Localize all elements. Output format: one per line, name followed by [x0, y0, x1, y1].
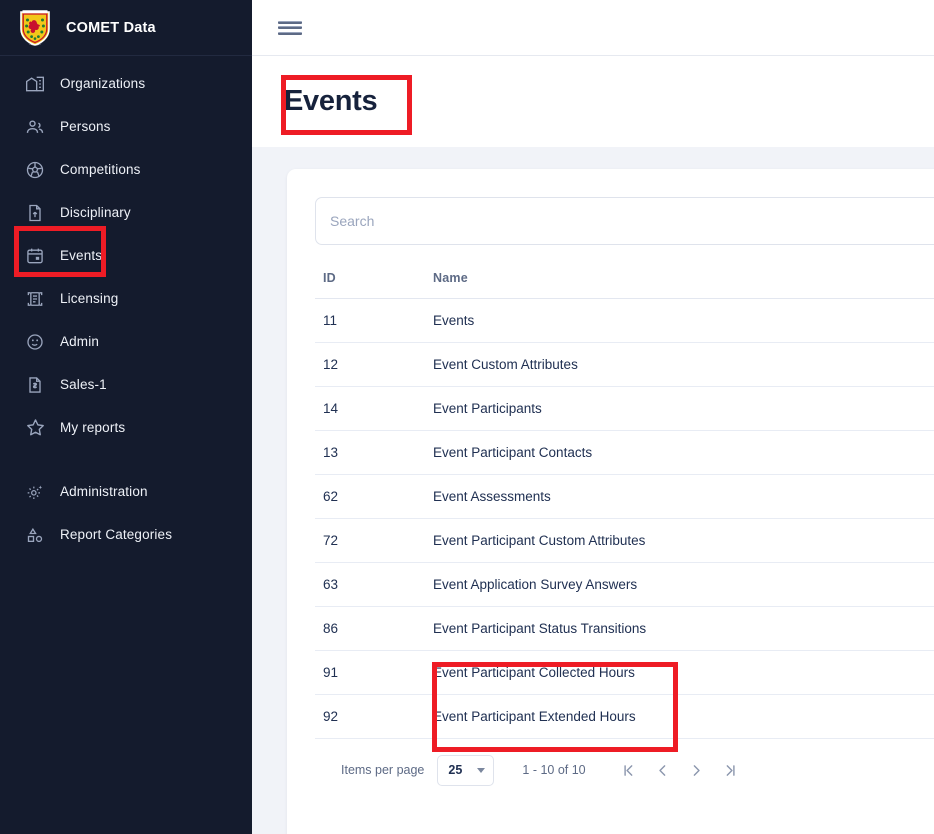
cell-name: Event Participant Contacts	[425, 431, 934, 475]
last-page-icon[interactable]	[714, 755, 748, 785]
cell-name: Event Participant Collected Hours	[425, 651, 934, 695]
cell-id: 62	[315, 475, 425, 519]
sidebar-item-label: Admin	[60, 334, 99, 349]
next-page-icon[interactable]	[680, 755, 714, 785]
app-root: COMET Data Organizations	[0, 0, 934, 834]
table-body: 11 Events 12 Event Custom Attributes 14 …	[315, 299, 934, 739]
sidebar-item-disciplinary[interactable]: Disciplinary	[0, 191, 252, 234]
cell-name: Event Assessments	[425, 475, 934, 519]
page-size-select[interactable]: 25	[437, 755, 494, 786]
sidebar-item-label: Disciplinary	[60, 205, 131, 220]
paginator: Items per page 25 1 - 10 of 10	[315, 739, 934, 801]
document-upload-icon	[24, 202, 46, 224]
scottish-fa-crest-logo-icon	[18, 9, 52, 47]
page-title: Events	[284, 85, 377, 118]
table-row[interactable]: 91 Event Participant Collected Hours	[315, 651, 934, 695]
calendar-icon	[24, 245, 46, 267]
table-header-row: ID Name	[315, 259, 934, 299]
sidebar-item-label: Administration	[60, 484, 148, 499]
sidebar: COMET Data Organizations	[0, 0, 252, 834]
events-card: ID Name 11 Events 12 Event Custom Attrib…	[287, 169, 934, 834]
table-row[interactable]: 13 Event Participant Contacts	[315, 431, 934, 475]
sidebar-item-my-reports[interactable]: My reports	[0, 406, 252, 449]
items-per-page-label: Items per page	[341, 763, 424, 777]
cell-name: Event Participant Status Transitions	[425, 607, 934, 651]
topbar	[252, 0, 934, 56]
sidebar-item-admin[interactable]: Admin	[0, 320, 252, 363]
sidebar-item-administration[interactable]: Administration	[0, 470, 252, 513]
cell-id: 72	[315, 519, 425, 563]
sidebar-item-label: Report Categories	[60, 527, 172, 542]
invoice-icon	[24, 374, 46, 396]
sidebar-item-label: Competitions	[60, 162, 141, 177]
sidebar-brand[interactable]: COMET Data	[0, 0, 252, 56]
table-row[interactable]: 12 Event Custom Attributes	[315, 343, 934, 387]
cell-id: 11	[315, 299, 425, 343]
sidebar-nav: Organizations Persons	[0, 56, 252, 556]
gear-sparkle-icon	[24, 481, 46, 503]
sidebar-item-persons[interactable]: Persons	[0, 105, 252, 148]
shapes-icon	[24, 524, 46, 546]
hamburger-line	[278, 32, 302, 35]
main-content: Events ID Name 11	[252, 0, 934, 834]
page-range-label: 1 - 10 of 10	[522, 763, 585, 777]
column-header-name[interactable]: Name	[425, 259, 934, 299]
table-row[interactable]: 92 Event Participant Extended Hours	[315, 695, 934, 739]
cell-id: 14	[315, 387, 425, 431]
sidebar-item-organizations[interactable]: Organizations	[0, 62, 252, 105]
sidebar-item-events[interactable]: Events	[0, 234, 252, 277]
first-page-icon[interactable]	[612, 755, 646, 785]
license-card-icon	[24, 288, 46, 310]
sidebar-item-label: Events	[60, 248, 102, 263]
chevron-down-icon	[477, 768, 485, 773]
sidebar-item-label: Persons	[60, 119, 111, 134]
search-input[interactable]	[330, 213, 934, 229]
star-icon	[24, 417, 46, 439]
previous-page-icon[interactable]	[646, 755, 680, 785]
page-title-bar: Events	[252, 56, 934, 147]
table-row[interactable]: 14 Event Participants	[315, 387, 934, 431]
cell-name: Events	[425, 299, 934, 343]
hamburger-line	[278, 26, 302, 29]
sidebar-item-licensing[interactable]: Licensing	[0, 277, 252, 320]
sidebar-item-label: My reports	[60, 420, 125, 435]
table-row[interactable]: 11 Events	[315, 299, 934, 343]
sidebar-item-report-categories[interactable]: Report Categories	[0, 513, 252, 556]
brand-name: COMET Data	[66, 20, 156, 36]
sidebar-item-label: Organizations	[60, 76, 145, 91]
cell-id: 86	[315, 607, 425, 651]
hamburger-line	[278, 21, 302, 24]
cell-id: 13	[315, 431, 425, 475]
table-row[interactable]: 63 Event Application Survey Answers	[315, 563, 934, 607]
hamburger-menu-icon[interactable]	[278, 19, 302, 37]
cell-id: 12	[315, 343, 425, 387]
table-row[interactable]: 72 Event Participant Custom Attributes	[315, 519, 934, 563]
column-header-id[interactable]: ID	[315, 259, 425, 299]
cell-id: 91	[315, 651, 425, 695]
persons-icon	[24, 116, 46, 138]
table-row[interactable]: 86 Event Participant Status Transitions	[315, 607, 934, 651]
cell-id: 92	[315, 695, 425, 739]
cell-name: Event Participant Extended Hours	[425, 695, 934, 739]
football-icon	[24, 159, 46, 181]
sidebar-item-sales-1[interactable]: Sales-1	[0, 363, 252, 406]
sidebar-item-competitions[interactable]: Competitions	[0, 148, 252, 191]
content-area: ID Name 11 Events 12 Event Custom Attrib…	[252, 147, 934, 834]
cell-id: 63	[315, 563, 425, 607]
sidebar-item-label: Sales-1	[60, 377, 107, 392]
table-head: ID Name	[315, 259, 934, 299]
cell-name: Event Participant Custom Attributes	[425, 519, 934, 563]
search-field[interactable]	[315, 197, 934, 245]
cell-name: Event Application Survey Answers	[425, 563, 934, 607]
sidebar-divider-gap	[0, 449, 252, 470]
page-size-value: 25	[448, 763, 462, 777]
sidebar-item-label: Licensing	[60, 291, 118, 306]
cell-name: Event Participants	[425, 387, 934, 431]
admin-face-icon	[24, 331, 46, 353]
organizations-icon	[24, 73, 46, 95]
cell-name: Event Custom Attributes	[425, 343, 934, 387]
table-row[interactable]: 62 Event Assessments	[315, 475, 934, 519]
events-table: ID Name 11 Events 12 Event Custom Attrib…	[315, 259, 934, 739]
